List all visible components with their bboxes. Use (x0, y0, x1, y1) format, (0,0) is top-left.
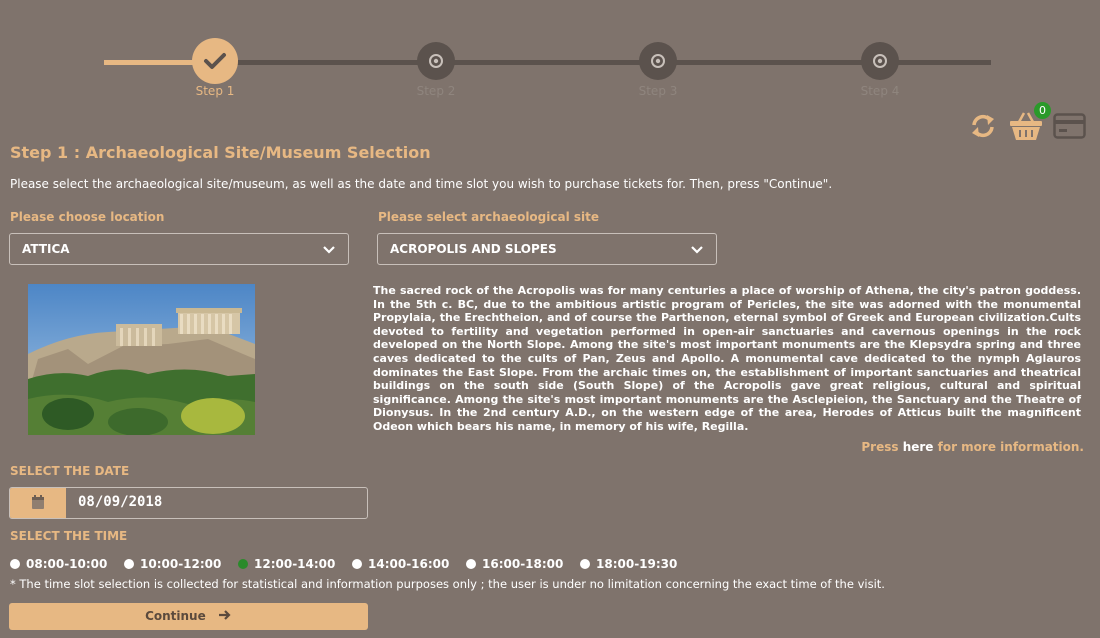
site-label: Please select archaeological site (378, 210, 600, 224)
payment-button[interactable] (1053, 113, 1086, 143)
target-icon (651, 54, 665, 68)
progress-stepper: Step 1 Step 2 Step 3 Step 4 (0, 0, 1100, 110)
radio-icon[interactable] (10, 559, 20, 569)
page-title: Step 1 : Archaeological Site/Museum Sele… (10, 143, 431, 162)
radio-checked-icon[interactable] (238, 559, 248, 569)
chevron-down-icon (323, 246, 335, 254)
continue-button[interactable]: Continue (9, 603, 368, 630)
refresh-icon (972, 114, 994, 138)
location-label: Please choose location (10, 210, 165, 224)
more-info-text: Press here for more information. (861, 440, 1084, 454)
time-slot-label: 10:00-12:00 (140, 557, 222, 571)
step-4-label: Step 4 (860, 84, 900, 98)
radio-icon[interactable] (124, 559, 134, 569)
site-photo (28, 284, 255, 435)
step-3-indicator (639, 42, 677, 80)
target-icon (873, 54, 887, 68)
time-slot-label: 12:00-14:00 (254, 557, 336, 571)
location-select-value: ATTICA (22, 242, 70, 256)
arrow-right-icon (218, 610, 231, 620)
refresh-button[interactable] (968, 112, 998, 144)
date-picker-button[interactable] (10, 488, 66, 518)
more-info-suffix: for more information. (933, 440, 1084, 454)
site-select-value: ACROPOLIS AND SLOPES (390, 242, 557, 256)
time-slot-option[interactable]: 14:00-16:00 (352, 556, 449, 572)
time-slot-option[interactable]: 10:00-12:00 (124, 556, 221, 572)
calendar-icon (32, 495, 44, 509)
check-icon (204, 53, 226, 69)
date-label: SELECT THE DATE (10, 464, 130, 478)
continue-label: Continue (145, 609, 206, 623)
time-slot-note: * The time slot selection is collected f… (10, 577, 885, 591)
step-1-label: Step 1 (195, 84, 235, 98)
step-4-indicator (861, 42, 899, 80)
time-slot-option[interactable]: 18:00-19:30 (580, 556, 677, 572)
acropolis-image (28, 284, 255, 435)
more-info-prefix: Press (861, 440, 903, 454)
date-picker[interactable]: 08/09/2018 (9, 487, 368, 519)
radio-icon[interactable] (352, 559, 362, 569)
location-select[interactable]: ATTICA (9, 233, 349, 265)
more-info-link[interactable]: here (903, 440, 934, 454)
time-slot-option[interactable]: 08:00-10:00 (10, 556, 107, 572)
time-slot-label: 08:00-10:00 (26, 557, 108, 571)
step-2-label: Step 2 (416, 84, 456, 98)
step-1-indicator (192, 38, 238, 84)
cart-count-badge: 0 (1034, 102, 1051, 119)
time-slot-label: 16:00-18:00 (482, 557, 564, 571)
time-label: SELECT THE TIME (10, 529, 128, 543)
radio-icon[interactable] (466, 559, 476, 569)
chevron-down-icon (691, 246, 703, 254)
card-icon (1053, 113, 1086, 139)
step-3-label: Step 3 (638, 84, 678, 98)
date-value: 08/09/2018 (78, 494, 163, 510)
step-2-indicator (417, 42, 455, 80)
time-slot-option-selected[interactable]: 12:00-14:00 (238, 556, 335, 572)
time-slot-label: 18:00-19:30 (596, 557, 678, 571)
site-select[interactable]: ACROPOLIS AND SLOPES (377, 233, 717, 265)
radio-icon[interactable] (580, 559, 590, 569)
time-slot-label: 14:00-16:00 (368, 557, 450, 571)
time-slot-option[interactable]: 16:00-18:00 (466, 556, 563, 572)
site-description: The sacred rock of the Acropolis was for… (373, 284, 1081, 433)
time-slot-group: 08:00-10:00 10:00-12:00 12:00-14:00 14:0… (10, 556, 770, 572)
page-intro: Please select the archaeological site/mu… (10, 177, 833, 191)
target-icon (429, 54, 443, 68)
